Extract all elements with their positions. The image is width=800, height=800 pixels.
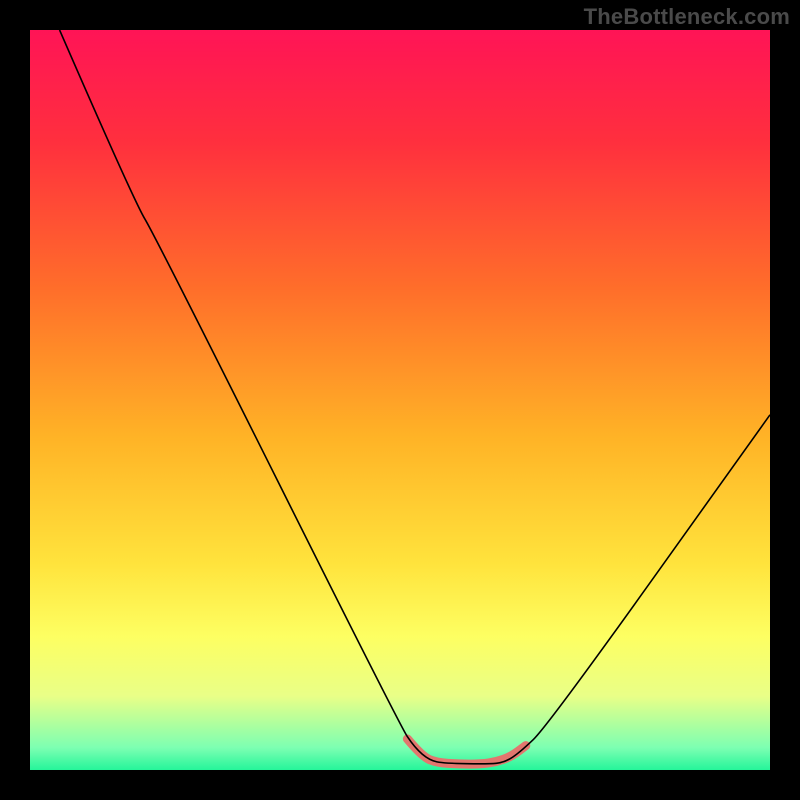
- plot-area: [30, 30, 770, 770]
- watermark-text: TheBottleneck.com: [584, 4, 790, 30]
- gradient-background: [30, 30, 770, 770]
- chart-svg: [30, 30, 770, 770]
- chart-frame: TheBottleneck.com: [0, 0, 800, 800]
